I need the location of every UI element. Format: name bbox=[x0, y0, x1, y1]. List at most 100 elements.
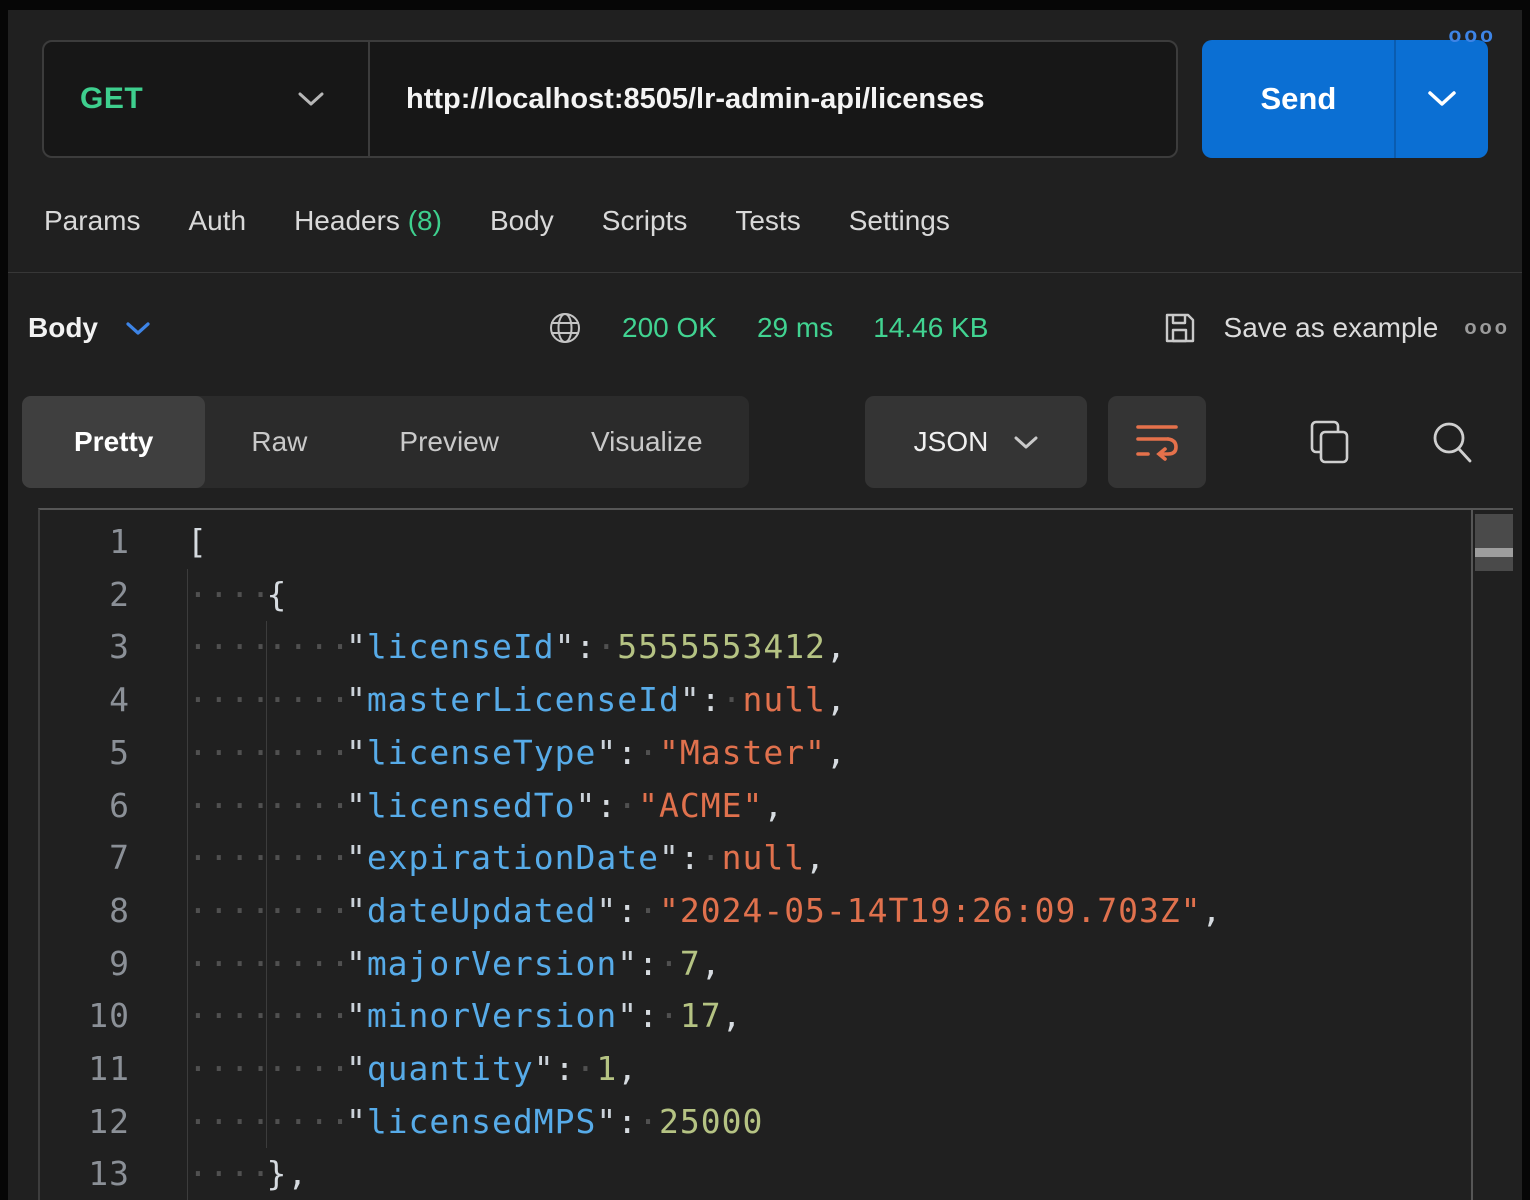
token-q: " bbox=[346, 944, 367, 983]
token-q: " bbox=[659, 838, 680, 877]
token-null: null bbox=[742, 680, 825, 719]
response-time[interactable]: 29 ms bbox=[757, 312, 833, 344]
code-line: 6 ········"licensedTo":·"ACME", bbox=[40, 780, 1469, 833]
token-q: " bbox=[346, 680, 367, 719]
view-tab-visualize[interactable]: Visualize bbox=[545, 396, 749, 488]
request-tab-tests[interactable]: Tests bbox=[735, 205, 800, 237]
line-number[interactable]: 11 bbox=[40, 1043, 130, 1096]
indent-guide: ···· bbox=[187, 569, 266, 622]
copy-button[interactable] bbox=[1306, 418, 1354, 466]
code-line-content: [ bbox=[187, 516, 208, 569]
response-view-tabs: PrettyRawPreviewVisualize bbox=[22, 396, 749, 488]
line-number[interactable]: 2 bbox=[40, 569, 130, 622]
request-tabs: Params Auth Headers (8) Body Scripts Tests Set… bbox=[44, 192, 1488, 250]
token-q: " bbox=[534, 1049, 555, 1088]
token-punc: [ bbox=[187, 522, 208, 561]
token-punc: }, bbox=[266, 1154, 308, 1193]
token-num: 1 bbox=[596, 1049, 617, 1088]
line-number[interactable]: 5 bbox=[40, 727, 130, 780]
method-label: GET bbox=[80, 82, 143, 116]
chevron-down-icon bbox=[126, 321, 150, 336]
token-q: " bbox=[346, 891, 367, 930]
view-tab-pretty[interactable]: Pretty bbox=[22, 396, 205, 488]
line-number[interactable]: 7 bbox=[40, 832, 130, 885]
token-punc: : bbox=[617, 1102, 638, 1141]
view-tab-raw[interactable]: Raw bbox=[205, 396, 353, 488]
send-button[interactable]: Send bbox=[1202, 40, 1488, 158]
line-number[interactable]: 4 bbox=[40, 674, 130, 727]
status-badge[interactable]: 200 OK bbox=[622, 312, 717, 344]
indent-guide: ···· bbox=[266, 1096, 345, 1149]
line-number[interactable]: 8 bbox=[40, 885, 130, 938]
view-tab-preview[interactable]: Preview bbox=[353, 396, 545, 488]
token-q: " bbox=[596, 1102, 617, 1141]
chevron-down-icon bbox=[1014, 435, 1038, 450]
token-q: " bbox=[346, 996, 367, 1035]
response-stats: 200 OK 29 ms 14.46 KB bbox=[548, 302, 988, 354]
token-q: " bbox=[346, 1102, 367, 1141]
response-toolbar: PrettyRawPreviewVisualize JSON bbox=[8, 396, 1522, 488]
rest-client-app: GET http://localhost:8505/lr-admin-api/l… bbox=[8, 10, 1522, 1200]
token-null: null bbox=[722, 838, 805, 877]
line-number[interactable]: 13 bbox=[40, 1148, 130, 1200]
token-key: licensedMPS bbox=[367, 1102, 597, 1141]
indent-guide: ···· bbox=[266, 1043, 345, 1096]
token-punc: { bbox=[266, 575, 287, 614]
request-url-row: GET http://localhost:8505/lr-admin-api/l… bbox=[42, 40, 1488, 158]
indent-guide: ···· bbox=[187, 1043, 266, 1096]
headers-count-badge: (8) bbox=[408, 205, 442, 236]
line-number[interactable]: 9 bbox=[40, 938, 130, 991]
search-button[interactable] bbox=[1428, 418, 1476, 466]
request-tab-scripts[interactable]: Scripts bbox=[602, 205, 688, 237]
indent-guide: ···· bbox=[266, 727, 345, 780]
request-tab-auth[interactable]: Auth bbox=[188, 205, 246, 237]
more-options-icon[interactable]: ooo bbox=[1464, 317, 1510, 340]
code-line-content: ········"minorVersion":·17, bbox=[187, 990, 742, 1043]
save-as-example-button[interactable]: Save as example bbox=[1224, 312, 1439, 344]
wrap-text-button[interactable] bbox=[1108, 396, 1206, 488]
method-selector[interactable]: GET bbox=[44, 42, 370, 156]
token-ws: · bbox=[722, 680, 743, 719]
more-options-icon[interactable]: ooo bbox=[1449, 24, 1496, 48]
scrollbar-thumb[interactable] bbox=[1475, 514, 1513, 571]
url-input[interactable]: http://localhost:8505/lr-admin-api/licen… bbox=[370, 83, 1176, 116]
indent-guide: ···· bbox=[187, 727, 266, 780]
code-line-content: ········"expirationDate":·null, bbox=[187, 832, 826, 885]
request-tab-settings[interactable]: Settings bbox=[849, 205, 950, 237]
token-punc: , bbox=[805, 838, 826, 877]
token-punc: : bbox=[555, 1049, 576, 1088]
token-key: expirationDate bbox=[367, 838, 659, 877]
save-icon bbox=[1162, 310, 1198, 346]
line-number[interactable]: 6 bbox=[40, 780, 130, 833]
request-tab-params[interactable]: Params bbox=[44, 205, 140, 237]
token-punc: : bbox=[617, 891, 638, 930]
line-number[interactable]: 1 bbox=[40, 516, 130, 569]
code-line-content: ········"licensedTo":·"ACME", bbox=[187, 780, 784, 833]
token-punc: , bbox=[826, 733, 847, 772]
response-size[interactable]: 14.46 KB bbox=[873, 312, 988, 344]
token-q: " bbox=[617, 996, 638, 1035]
line-number[interactable]: 3 bbox=[40, 621, 130, 674]
globe-icon[interactable] bbox=[548, 311, 582, 345]
send-button-label[interactable]: Send bbox=[1202, 40, 1396, 158]
code-lines[interactable]: 1[2····{3········"licenseId":·5555553412… bbox=[40, 516, 1469, 1200]
token-punc: : bbox=[596, 786, 617, 825]
code-line-content: ····}, bbox=[187, 1148, 308, 1200]
indent-guide: ···· bbox=[266, 990, 345, 1043]
indent-guide: ···· bbox=[187, 938, 266, 991]
request-tab-headers[interactable]: Headers (8) bbox=[294, 205, 442, 237]
code-line-content: ····{ bbox=[187, 569, 287, 622]
response-body-dropdown[interactable]: Body bbox=[28, 302, 150, 354]
line-number[interactable]: 10 bbox=[40, 990, 130, 1043]
indent-guide: ···· bbox=[266, 674, 345, 727]
line-number[interactable]: 12 bbox=[40, 1096, 130, 1149]
request-tab-body[interactable]: Body bbox=[490, 205, 554, 237]
token-punc: , bbox=[826, 627, 847, 666]
token-num: 7 bbox=[680, 944, 701, 983]
token-num: 17 bbox=[680, 996, 722, 1035]
scrollbar[interactable] bbox=[1471, 510, 1513, 1200]
send-options-button[interactable] bbox=[1396, 40, 1488, 158]
format-dropdown[interactable]: JSON bbox=[865, 396, 1087, 488]
indent-guide: ···· bbox=[187, 990, 266, 1043]
token-punc: : bbox=[680, 838, 701, 877]
